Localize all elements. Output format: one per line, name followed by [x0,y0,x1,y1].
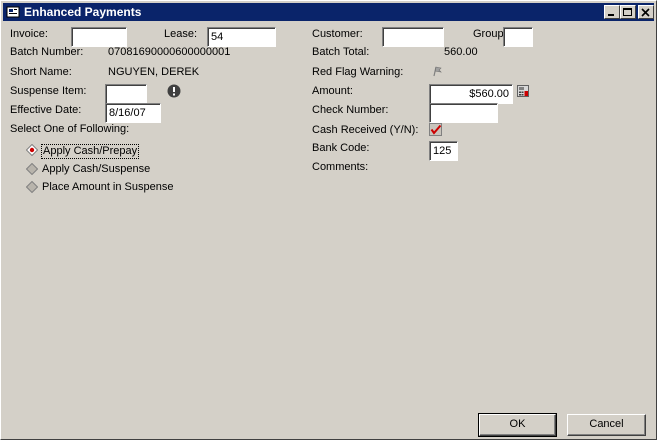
group-input[interactable] [503,27,533,47]
checkbox-checked-icon[interactable] [429,123,442,136]
customer-input[interactable] [382,27,444,47]
title-bar[interactable]: Enhanced Payments [3,3,654,21]
exclamation-circle-icon[interactable] [167,84,181,98]
maximize-icon [623,8,632,16]
radio-unselected-icon[interactable] [26,181,38,193]
batch-total-label: Batch Total: [312,46,370,58]
amount-input[interactable]: $560.00 [429,84,513,104]
lease-label: Lease: [164,28,198,40]
ok-button[interactable]: OK [478,413,557,437]
cancel-button[interactable]: Cancel [567,414,646,436]
comments-label: Comments: [312,161,369,173]
minimize-icon [608,14,614,16]
effective-date-label: Effective Date: [10,104,82,116]
amount-label: Amount: [312,85,353,97]
batch-total-value: 560.00 [444,46,478,58]
payments-app-icon [6,6,20,18]
enhanced-payments-window: Enhanced Payments Invoice: Lease: 54 Bat… [0,0,657,440]
bank-code-label: Bank Code: [312,142,370,154]
invoice-label: Invoice: [10,28,48,40]
radio-unselected-icon[interactable] [26,163,38,175]
batch-number-label: Batch Number: [10,46,84,58]
short-name-value: NGUYEN, DEREK [108,66,200,78]
bank-code-input[interactable]: 125 [429,141,458,161]
close-icon [641,8,650,17]
calculator-icon[interactable] [517,85,529,97]
check-number-label: Check Number: [312,104,389,116]
suspense-item-label: Suspense Item: [10,85,87,97]
effective-date-input[interactable]: 8/16/07 [105,103,161,123]
option-label[interactable]: Place Amount in Suspense [42,181,173,194]
customer-label: Customer: [312,28,363,40]
suspense-item-input[interactable] [105,84,147,104]
radio-selected-icon[interactable] [26,144,38,156]
batch-number-value: 07081690000600000001 [108,46,231,58]
flag-icon [433,66,442,77]
maximize-button[interactable] [620,5,636,19]
red-flag-warning-label: Red Flag Warning: [312,66,404,78]
check-number-input[interactable] [429,103,498,123]
window-title: Enhanced Payments [24,5,142,19]
close-button[interactable] [638,5,654,19]
group-label: Group [473,28,504,40]
minimize-button[interactable] [604,5,620,19]
short-name-label: Short Name: [10,66,72,78]
invoice-input[interactable] [71,27,127,47]
cash-received-label: Cash Received (Y/N): [312,124,419,136]
option-label[interactable]: Apply Cash/Suspense [42,163,150,176]
select-one-label: Select One of Following: [10,123,130,135]
lease-input[interactable]: 54 [207,27,276,47]
option-label[interactable]: Apply Cash/Prepay [41,144,140,159]
